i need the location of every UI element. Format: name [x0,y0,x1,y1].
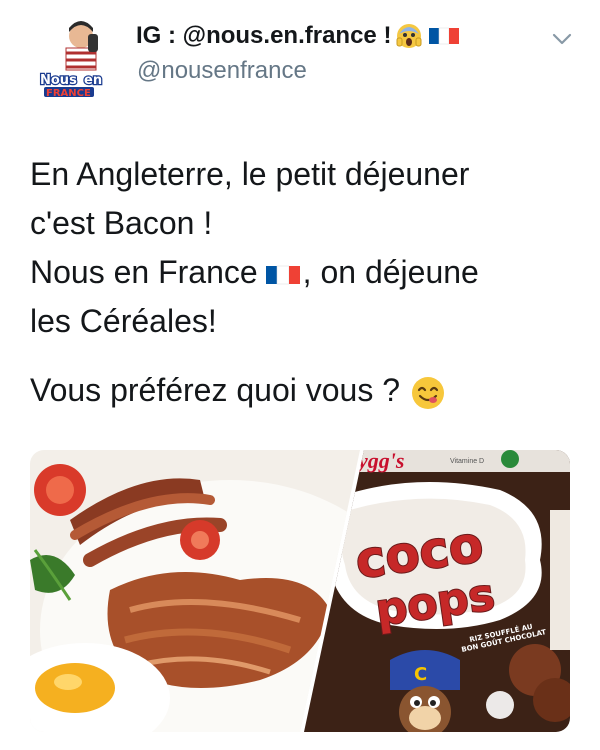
avatar-text-en: en [84,73,102,88]
svg-text:C: C [414,664,427,685]
tweet-line: Nous en France , on déjeune [30,248,575,297]
display-name-text: IG : @nous.en.france ! [136,22,392,49]
tweet-line-part: , on déjeune [302,254,479,290]
tweet-media-image[interactable]: ygg's Vitamine D coco pops RIZ SOUFFLÉ A… [30,450,570,732]
display-name[interactable]: IG : @nous.en.france ! [136,22,460,50]
cereal-badge-text: Vitamine D [450,458,484,465]
tweet-line-part: Nous en France [30,254,258,290]
tweet-line-part: Vous préférez quoi vous ? [30,372,401,408]
face-screaming-emoji [396,24,422,48]
tweet-line: c'est Bacon ! [30,205,213,241]
tweet-text: En Angleterre, le petit déjeuner c'est B… [30,150,575,415]
avatar-text-nous: Nous [40,73,77,88]
handle[interactable]: @nousenfrance [137,57,307,85]
tweet-line: Vous préférez quoi vous ? [30,366,575,415]
avatar[interactable]: Nous en FRANCE [36,12,122,98]
tweet-header: Nous en FRANCE IG : @nous.en.france ! @n… [0,0,600,120]
french-flag-emoji [265,265,300,284]
tweet-line: En Angleterre, le petit déjeuner [30,156,470,192]
tweet-line: les Céréales! [30,303,217,339]
french-flag-emoji [429,27,460,45]
face-savoring-food-emoji [412,376,445,409]
chevron-down-icon[interactable] [548,28,576,50]
avatar-text-france: FRANCE [46,88,91,98]
